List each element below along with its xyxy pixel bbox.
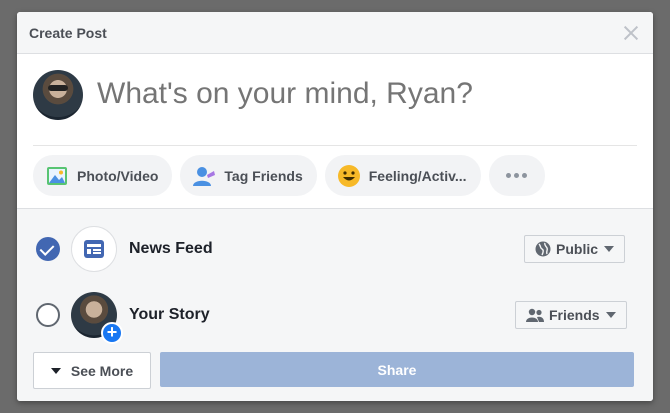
chevron-down-icon bbox=[604, 246, 615, 252]
privacy-value: Public bbox=[556, 241, 599, 257]
privacy-value: Friends bbox=[549, 307, 600, 323]
feeling-activity-button[interactable]: Feeling/Activ... bbox=[324, 155, 481, 196]
composer-actions: Photo/Video Tag Friends Feeling/Activ... bbox=[33, 155, 545, 196]
add-icon: + bbox=[101, 322, 123, 344]
close-icon[interactable] bbox=[621, 23, 641, 43]
chevron-down-icon bbox=[605, 312, 616, 318]
tag-friends-icon bbox=[192, 164, 216, 188]
post-input[interactable] bbox=[97, 77, 617, 111]
news-feed-checkbox[interactable] bbox=[36, 237, 60, 261]
globe-icon bbox=[535, 241, 551, 257]
dialog-header: Create Post bbox=[17, 12, 653, 54]
destination-row-news-feed[interactable]: News Feed Public bbox=[17, 223, 653, 275]
share-button[interactable]: Share bbox=[160, 352, 634, 387]
share-options: News Feed Public + Your Story Friends Se… bbox=[17, 208, 653, 401]
destination-row-your-story[interactable]: + Your Story Friends bbox=[17, 289, 653, 344]
avatar bbox=[33, 70, 83, 120]
smile-icon bbox=[337, 164, 361, 188]
feeling-activity-label: Feeling/Activ... bbox=[368, 167, 467, 184]
composer bbox=[17, 54, 653, 145]
photo-icon bbox=[45, 164, 69, 188]
privacy-dropdown-public[interactable]: Public bbox=[524, 235, 626, 263]
news-feed-label: News Feed bbox=[129, 240, 213, 257]
friends-icon bbox=[526, 308, 544, 322]
your-story-label: Your Story bbox=[129, 306, 210, 323]
tag-friends-button[interactable]: Tag Friends bbox=[180, 155, 317, 196]
photo-video-button[interactable]: Photo/Video bbox=[33, 155, 173, 196]
news-feed-icon bbox=[71, 226, 117, 272]
story-avatar: + bbox=[71, 292, 123, 344]
caret-down-icon bbox=[50, 367, 61, 374]
tag-friends-label: Tag Friends bbox=[224, 167, 303, 184]
share-label: Share bbox=[377, 361, 417, 378]
see-more-button[interactable]: See More bbox=[33, 352, 151, 389]
photo-video-label: Photo/Video bbox=[77, 167, 159, 184]
your-story-checkbox[interactable] bbox=[36, 303, 60, 327]
more-options-button[interactable] bbox=[488, 155, 545, 196]
see-more-label: See More bbox=[70, 362, 134, 379]
create-post-dialog: Create Post Photo/Video Tag Friends Feel… bbox=[17, 12, 653, 401]
dialog-title: Create Post bbox=[29, 24, 107, 41]
divider bbox=[33, 145, 637, 146]
privacy-dropdown-friends[interactable]: Friends bbox=[515, 301, 627, 329]
more-icon bbox=[506, 173, 527, 178]
